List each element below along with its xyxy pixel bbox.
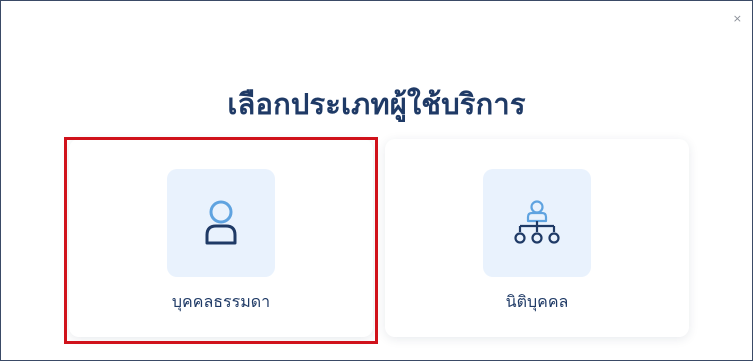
organization-icon bbox=[514, 200, 560, 244]
individual-option-label: บุคคลธรรมดา bbox=[171, 292, 271, 311]
icon-container bbox=[483, 169, 591, 277]
close-button[interactable]: × bbox=[733, 13, 742, 24]
user-type-dialog: × เลือกประเภทผู้ใช้บริการ บุคคลธรรมดา นิ… bbox=[0, 0, 753, 361]
juristic-option-label: นิติบุคคล bbox=[505, 292, 569, 311]
icon-container bbox=[167, 169, 275, 277]
dialog-title: เลือกประเภทผู้ใช้บริการ bbox=[227, 87, 526, 121]
juristic-option-card[interactable]: นิติบุคคล bbox=[385, 139, 689, 337]
person-icon bbox=[205, 200, 237, 245]
individual-option-card[interactable]: บุคคลธรรมดา bbox=[69, 139, 373, 337]
